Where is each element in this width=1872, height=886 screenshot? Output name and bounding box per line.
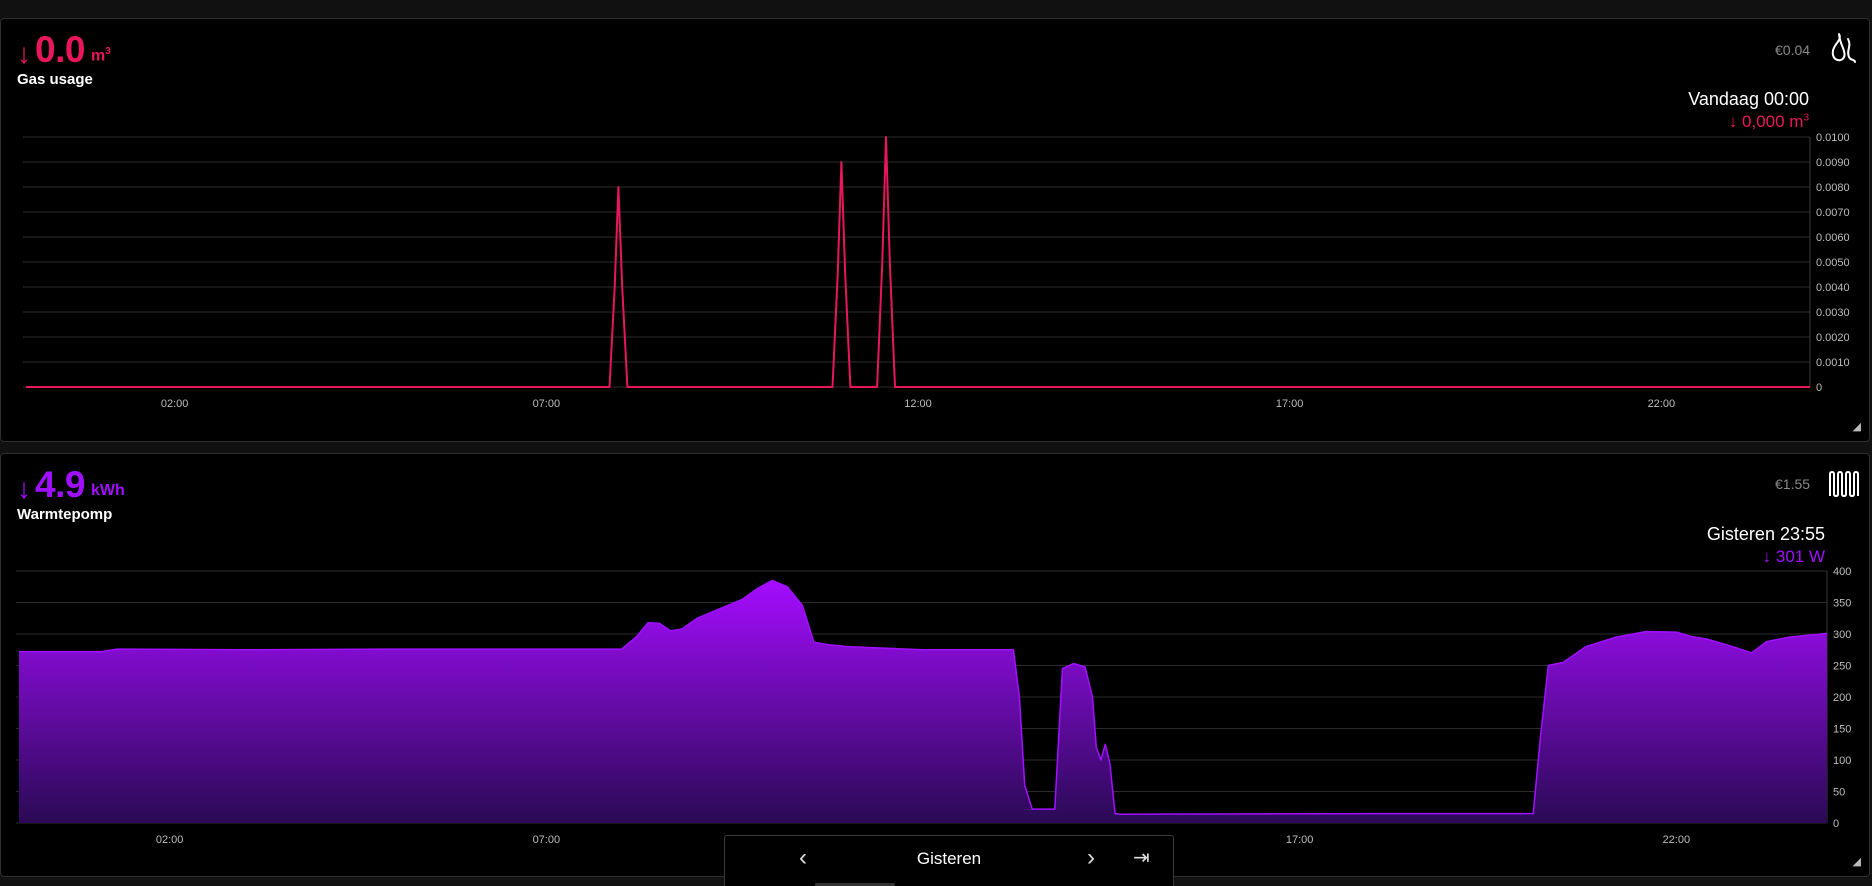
next-day-button[interactable]: › xyxy=(1087,846,1095,870)
heatpump-readout-value-row: ↓ 301 W xyxy=(1707,547,1825,567)
last-day-button[interactable]: ⇥ xyxy=(1133,848,1150,868)
gas-unit-label: m xyxy=(90,47,106,64)
resize-handle-icon[interactable]: ◢ xyxy=(1853,420,1861,433)
gas-readout-sup: 3 xyxy=(1803,112,1809,124)
gas-y-tick-label: 0.0060 xyxy=(1816,232,1850,244)
gas-cost: €0.04 xyxy=(1775,42,1811,58)
heatpump-x-tick-label: 07:00 xyxy=(533,834,561,846)
heatpump-unit: kWh xyxy=(90,482,125,499)
arrow-down-icon: ↓ xyxy=(1762,547,1776,566)
gas-y-tick-label: 0.0080 xyxy=(1816,182,1850,194)
arrow-down-icon: ↓ xyxy=(17,38,31,69)
arrow-down-icon: ↓ xyxy=(17,473,31,504)
gas-y-tick-label: 0.0090 xyxy=(1816,157,1850,169)
gas-x-tick-label: 02:00 xyxy=(161,398,189,410)
heatpump-y-tick-label: 200 xyxy=(1833,692,1851,704)
date-navigator: ‹ Gisteren › ⇥ xyxy=(724,835,1174,886)
heatpump-readout-time: Gisteren 23:55 xyxy=(1706,524,1825,544)
gas-title: Gas usage xyxy=(17,71,93,88)
gas-x-tick-label: 17:00 xyxy=(1276,398,1304,410)
gas-y-tick-label: 0.0070 xyxy=(1816,207,1850,219)
gas-y-tick-label: 0.0050 xyxy=(1816,257,1850,269)
gas-unit: m3 xyxy=(90,45,111,64)
gas-header: ↓ 0.0 m3 Gas usage xyxy=(17,31,111,88)
heatpump-y-tick-label: 400 xyxy=(1833,566,1851,578)
gas-readout-time: Vandaag 00:00 xyxy=(1688,89,1809,109)
heatpump-cost: €1.55 xyxy=(1775,476,1811,492)
gas-y-tick-label: 0.0100 xyxy=(1816,132,1850,144)
heatpump-y-tick-label: 300 xyxy=(1833,629,1851,641)
gas-unit-sup: 3 xyxy=(105,45,111,57)
gas-readout-value: 0,000 m xyxy=(1742,112,1804,131)
heatpump-x-tick-label: 17:00 xyxy=(1286,834,1314,846)
gas-y-tick-label: 0 xyxy=(1816,382,1822,394)
gas-usage-card: 0 0.0010 0.0020 0.0030 0.0040 0.0050 0.0060 0.0… xyxy=(0,18,1870,442)
heatpump-title: Warmtepomp xyxy=(17,506,113,523)
heatpump-x-tick-label: 02:00 xyxy=(156,834,184,846)
heatpump-y-tick-label: 350 xyxy=(1833,598,1851,610)
heatpump-x-tick-label: 22:00 xyxy=(1663,834,1691,846)
gas-usage-chart: 0 0.0010 0.0020 0.0030 0.0040 0.0050 0.0060 0.0… xyxy=(23,132,1850,410)
gas-y-tick-label: 0.0030 xyxy=(1816,307,1850,319)
gas-readout-value-row: ↓ 0,000 m3 xyxy=(1688,112,1809,132)
gas-x-tick-label: 22:00 xyxy=(1648,398,1676,410)
heatpump-y-tick-label: 0 xyxy=(1833,818,1839,830)
heatpump-y-tick-label: 250 xyxy=(1833,661,1851,673)
heatpump-series-area xyxy=(19,580,1827,823)
arrow-down-icon: ↓ xyxy=(1728,112,1742,131)
gas-total-value: 0.0 xyxy=(35,29,85,70)
flame-icon[interactable] xyxy=(1830,31,1858,70)
date-label: Gisteren xyxy=(916,849,982,868)
heatpump-y-tick-label: 150 xyxy=(1833,724,1851,736)
gas-x-tick-label: 12:00 xyxy=(904,398,932,410)
gas-y-tick-label: 0.0020 xyxy=(1816,332,1850,344)
heatpump-y-tick-label: 50 xyxy=(1833,787,1845,799)
heatpump-readout: Gisteren 23:55 ↓ 301 W xyxy=(1707,524,1825,567)
radiator-icon[interactable] xyxy=(1827,470,1861,503)
heatpump-readout-value: 301 W xyxy=(1775,547,1825,566)
heatpump-card: 05010015020025030035040002:0007:0012:001… xyxy=(0,453,1870,877)
gas-readout: Vandaag 00:00 ↓ 0,000 m3 xyxy=(1688,89,1809,132)
heatpump-y-tick-label: 100 xyxy=(1833,755,1851,767)
heatpump-total-value: 4.9 xyxy=(35,464,85,505)
gas-y-tick-label: 0.0040 xyxy=(1816,282,1850,294)
gas-x-tick-label: 07:00 xyxy=(533,398,561,410)
heatpump-header: ↓ 4.9 kWh Warmtepomp xyxy=(17,466,125,523)
gas-y-tick-label: 0.0010 xyxy=(1816,357,1850,369)
heatpump-chart: 05010015020025030035040002:0007:0012:001… xyxy=(16,566,1851,846)
resize-handle-icon[interactable]: ◢ xyxy=(1853,855,1861,868)
